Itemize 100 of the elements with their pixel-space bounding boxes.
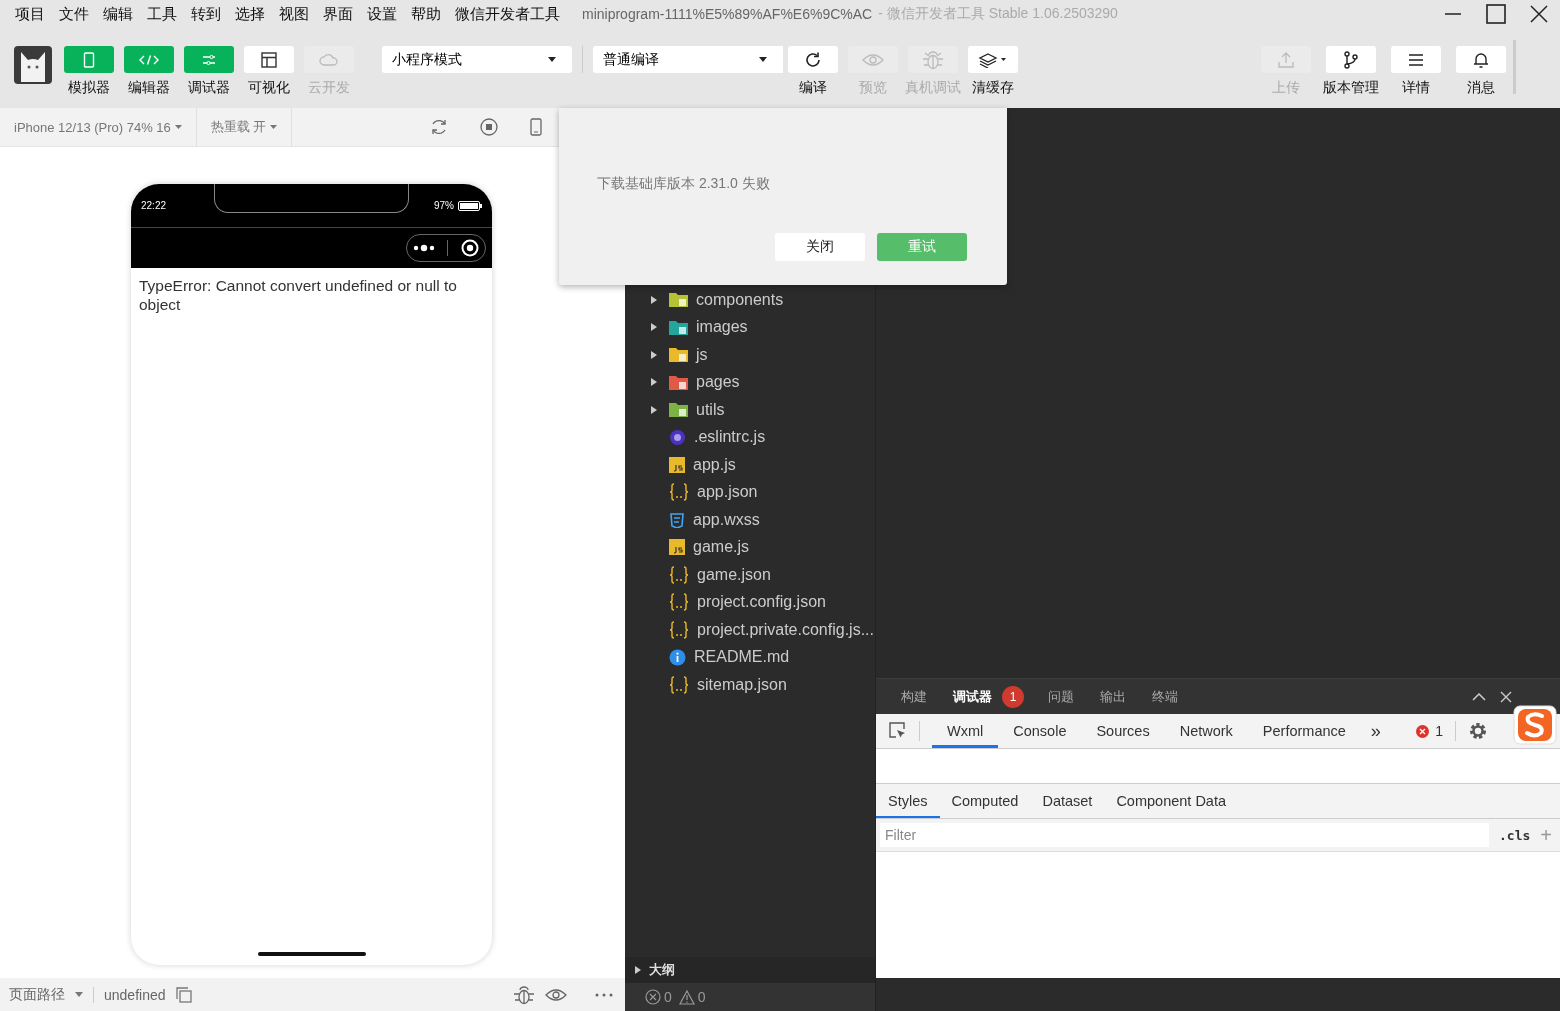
folder-item[interactable]: images [625, 313, 875, 341]
file-item[interactable]: app.wxss [625, 506, 875, 534]
menu-item[interactable]: 转到 [191, 4, 221, 24]
devtools-tab[interactable]: Sources [1081, 714, 1165, 748]
file-item[interactable]: app.json [625, 478, 875, 506]
close-icon[interactable] [1530, 5, 1548, 23]
file-item[interactable]: project.config.json [625, 588, 875, 616]
menu-item[interactable]: 文件 [59, 4, 89, 24]
error-count: 0 [664, 989, 672, 1005]
rotate-icon[interactable] [430, 118, 449, 136]
menu-item[interactable]: 项目 [15, 4, 45, 24]
menu-item[interactable]: 界面 [323, 4, 353, 24]
file-item[interactable]: game.js [625, 533, 875, 561]
file-item[interactable]: project.private.config.js... [625, 616, 875, 644]
menu-item[interactable]: 微信开发者工具 [455, 4, 560, 24]
caret-icon [759, 57, 767, 62]
eye-icon[interactable] [545, 987, 567, 1002]
cls-button[interactable]: .cls [1499, 827, 1531, 843]
maximize-icon[interactable] [1486, 4, 1506, 24]
json-file-icon [669, 620, 689, 639]
compile-dropdown[interactable]: 普通编译 [593, 46, 783, 73]
eslint-file-icon [669, 428, 686, 446]
warning-count: 0 [697, 989, 706, 1005]
menu-item[interactable]: 编辑 [103, 4, 133, 24]
status-time: 22:22 [141, 200, 167, 212]
info-icon [669, 648, 686, 666]
error-icon [645, 989, 661, 1005]
mode-dropdown[interactable]: 小程序模式 [382, 46, 572, 73]
code-icon [139, 54, 159, 65]
devtools-tab[interactable]: Network [1164, 714, 1248, 748]
file-item[interactable]: README.md [625, 643, 875, 671]
folder-item[interactable]: components [625, 286, 875, 314]
refresh-icon [804, 50, 822, 69]
panel-tab[interactable]: 问题 [1048, 678, 1074, 715]
error-icon [1416, 724, 1430, 738]
phone-icon[interactable] [530, 118, 543, 136]
battery-icon [458, 200, 482, 211]
avatar-icon[interactable] [14, 46, 52, 84]
eye-icon [862, 52, 884, 67]
toolbar-button[interactable]: 清缓存 [963, 46, 1023, 97]
chevron-up-icon[interactable] [1472, 692, 1486, 701]
styles-tab[interactable]: Component Data [1104, 784, 1238, 818]
panel-tab[interactable]: 调试器 [953, 678, 992, 715]
panel-tab[interactable]: 终端 [1152, 678, 1178, 715]
file-item[interactable]: game.json [625, 561, 875, 589]
sliders-icon [202, 53, 216, 66]
folder-icon [669, 347, 688, 363]
file-item[interactable]: sitemap.json [625, 671, 875, 699]
panel-tab[interactable]: 构建 [901, 678, 927, 715]
toolbar-button[interactable]: 详情 [1383, 46, 1448, 97]
folder-icon [669, 402, 688, 418]
warning-icon [678, 989, 695, 1005]
styles-tab[interactable]: Styles [876, 784, 940, 818]
menu-item[interactable]: 帮助 [411, 4, 441, 24]
device-selector[interactable]: iPhone 12/13 (Pro) 74% 16 [14, 119, 171, 135]
folder-icon [669, 292, 688, 308]
menu-item[interactable]: 选择 [235, 4, 265, 24]
bug-icon[interactable] [513, 984, 535, 1005]
devtools-tab[interactable]: Console [998, 714, 1082, 748]
bell-icon [1472, 50, 1489, 69]
more-icon[interactable] [413, 244, 436, 253]
menu-item[interactable]: 设置 [367, 4, 397, 24]
settings-icon[interactable] [1468, 721, 1488, 741]
js-file-icon [669, 539, 685, 556]
close-circle-icon[interactable] [460, 239, 479, 258]
json-file-icon [669, 675, 689, 694]
bug-icon [922, 49, 944, 70]
inspect-icon[interactable] [889, 722, 907, 740]
menu-icon [1407, 52, 1424, 67]
devtools-tab[interactable]: Wxml [932, 714, 999, 748]
outline-section-header[interactable]: 大纲 [625, 957, 875, 983]
input-method-icon[interactable] [1512, 704, 1558, 746]
page-path-selector[interactable]: 页面路径 [9, 985, 65, 1004]
menu-item[interactable]: 工具 [147, 4, 177, 24]
toolbar-button[interactable]: 版本管理 [1318, 46, 1383, 97]
devtools-tab[interactable]: Performance [1247, 714, 1361, 748]
styles-tab[interactable]: Dataset [1030, 784, 1105, 818]
page-path: undefined [104, 986, 166, 1003]
more-tabs-button[interactable]: » [1360, 720, 1391, 742]
error-count[interactable]: 1 [1435, 723, 1443, 739]
copy-icon[interactable] [175, 986, 192, 1003]
styles-tab[interactable]: Computed [939, 784, 1031, 818]
css-file-icon [669, 511, 685, 528]
folder-item[interactable]: pages [625, 368, 875, 396]
stop-icon[interactable] [480, 118, 499, 136]
layout-icon [261, 51, 277, 68]
folder-item[interactable]: js [625, 341, 875, 369]
toolbar-button[interactable]: 编译 [783, 46, 843, 97]
caret-icon [75, 992, 83, 997]
toolbar-button[interactable]: 消息 [1448, 46, 1513, 97]
battery-level: 97% [434, 200, 454, 212]
menu-item[interactable]: 视图 [279, 4, 309, 24]
close-button[interactable]: 关闭 [775, 233, 865, 261]
folder-item[interactable]: utils [625, 396, 875, 424]
js-file-icon [669, 456, 685, 473]
file-item[interactable]: .eslintrc.js [625, 423, 875, 451]
file-item[interactable]: app.js [625, 451, 875, 479]
hot-reload-toggle[interactable]: 热重载 开 [210, 118, 267, 136]
panel-tab[interactable]: 输出 [1100, 678, 1126, 715]
filter-field[interactable]: Filter [880, 823, 1489, 847]
